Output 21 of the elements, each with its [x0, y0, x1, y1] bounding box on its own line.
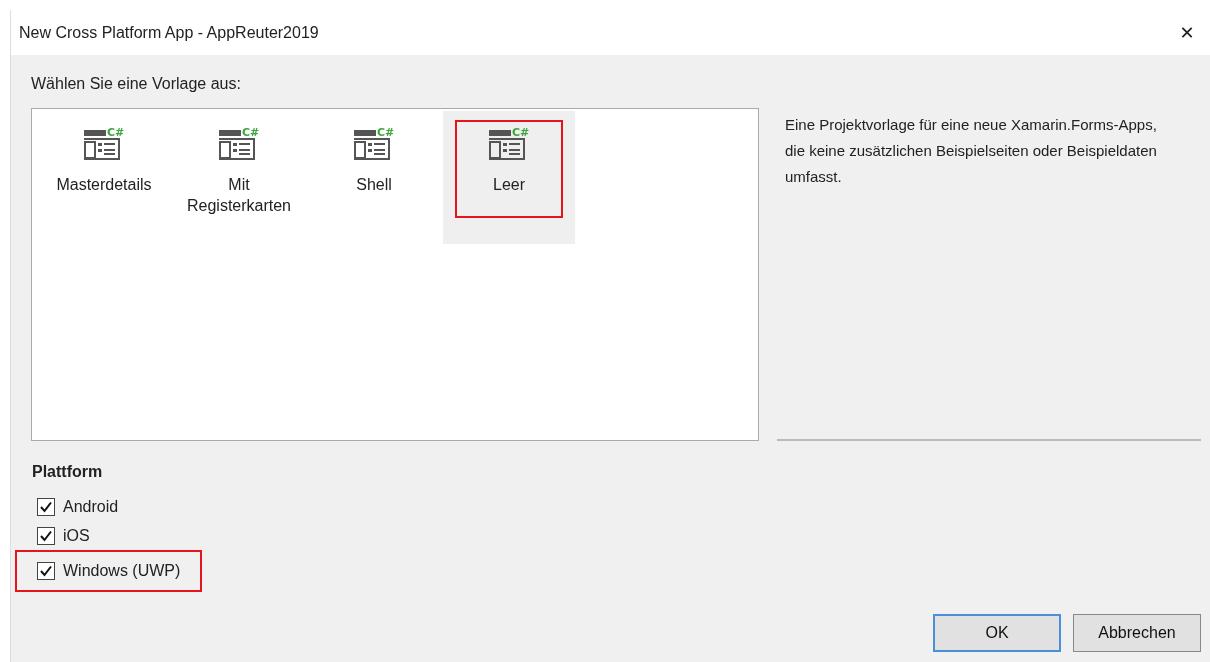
checkbox-label: Windows (UWP)	[63, 562, 181, 580]
checkbox[interactable]	[37, 498, 55, 516]
platform-heading: Plattform	[32, 463, 103, 481]
template-tile[interactable]: C# Shell	[308, 111, 440, 244]
checkbox[interactable]	[37, 527, 55, 545]
window-title: New Cross Platform App - AppReuter2019	[19, 23, 319, 42]
close-button[interactable]: ✕	[1164, 12, 1210, 53]
template-label: Masterdetails	[55, 175, 153, 195]
ok-button[interactable]: OK	[933, 614, 1061, 652]
template-label: Leer	[492, 175, 526, 195]
template-tile[interactable]: C# Masterdetails	[38, 111, 170, 244]
template-tile[interactable]: C# Leer	[443, 111, 575, 244]
template-label: Mit Registerkarten	[185, 175, 292, 216]
template-label: Shell	[355, 175, 393, 195]
template-description: Eine Projektvorlage für eine neue Xamarin.Forms-Apps, die keine zusätzlichen Beispielseiten oder Beispieldaten umfasst.	[785, 115, 1158, 187]
cancel-button[interactable]: Abbrechen	[1073, 614, 1201, 652]
checkbox[interactable]	[37, 562, 55, 580]
checkbox-label: Android	[63, 498, 119, 516]
checkbox-label: iOS	[63, 527, 90, 545]
template-tile[interactable]: C# Mit Registerkarten	[173, 111, 305, 244]
template-prompt: Wählen Sie eine Vorlage aus:	[31, 75, 242, 93]
